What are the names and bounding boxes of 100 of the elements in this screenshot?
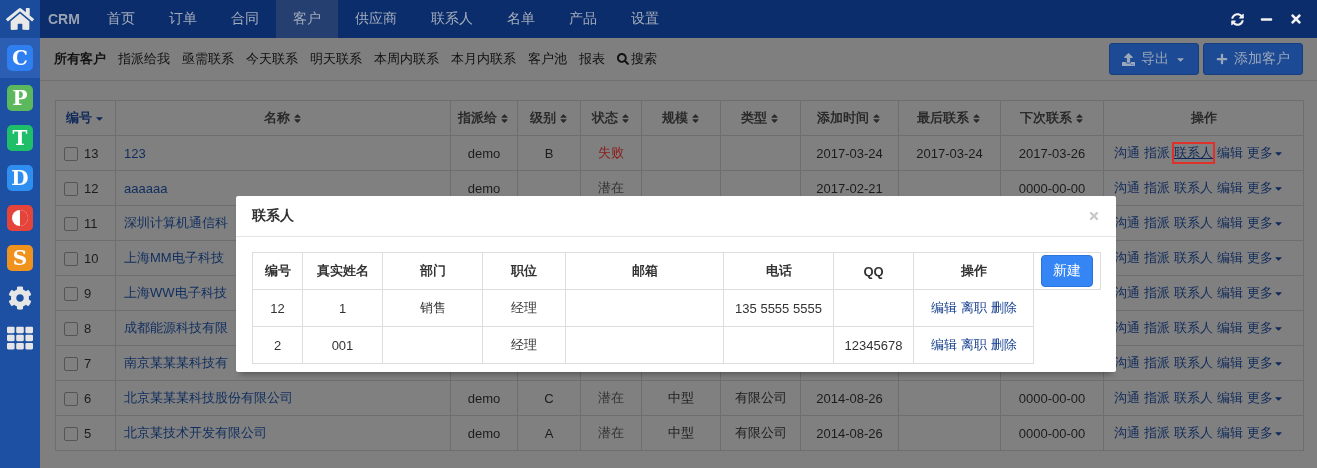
action-link[interactable]: 更多 bbox=[1247, 424, 1284, 442]
action-link[interactable]: 指派 bbox=[1144, 144, 1170, 162]
action-link[interactable]: 编辑 bbox=[1217, 354, 1243, 372]
filter-tab[interactable]: 亟需联系 bbox=[182, 50, 234, 68]
filter-tab[interactable]: 客户池 bbox=[528, 50, 567, 68]
customer-link[interactable]: 北京某技术开发有限公司 bbox=[124, 425, 267, 440]
action-link[interactable]: 指派 bbox=[1144, 354, 1170, 372]
action-link[interactable]: 沟通 bbox=[1114, 424, 1140, 442]
action-link[interactable]: 联系人 bbox=[1174, 354, 1213, 372]
row-checkbox[interactable] bbox=[64, 391, 78, 406]
sidebar-item[interactable]: C bbox=[0, 38, 40, 78]
app-tile[interactable]: T bbox=[7, 125, 33, 151]
action-link[interactable]: 更多 bbox=[1247, 319, 1284, 337]
action-link[interactable]: 指派 bbox=[1144, 424, 1170, 442]
action-link[interactable]: 编辑 bbox=[930, 336, 957, 354]
app-tile[interactable]: S bbox=[7, 245, 33, 271]
column-header[interactable]: 级别 bbox=[517, 100, 581, 136]
action-link[interactable]: 编辑 bbox=[1217, 284, 1243, 302]
row-checkbox[interactable] bbox=[64, 356, 78, 371]
filter-tab[interactable]: 所有客户 bbox=[54, 50, 106, 68]
filter-tab[interactable]: 指派给我 bbox=[118, 50, 170, 68]
nav-tab[interactable]: 客户 bbox=[275, 0, 338, 38]
action-link[interactable]: 指派 bbox=[1144, 319, 1170, 337]
column-header[interactable]: 规模 bbox=[641, 100, 721, 136]
customer-link[interactable]: 深圳计算机通信科 bbox=[124, 215, 228, 230]
action-link[interactable]: 联系人 bbox=[1174, 249, 1213, 267]
action-link[interactable]: 联系人 bbox=[1174, 284, 1213, 302]
column-header[interactable]: 状态 bbox=[580, 100, 642, 136]
nav-tab[interactable]: 设置 bbox=[613, 0, 676, 38]
column-header[interactable]: 指派给 bbox=[450, 100, 518, 136]
row-checkbox[interactable] bbox=[64, 286, 78, 301]
sidebar-item[interactable]: S bbox=[0, 238, 40, 278]
action-link[interactable]: 沟通 bbox=[1114, 389, 1140, 407]
action-link[interactable]: 编辑 bbox=[1217, 249, 1243, 267]
action-link[interactable]: 联系人 bbox=[1174, 179, 1213, 197]
column-header[interactable]: 名称 bbox=[115, 100, 451, 136]
action-link[interactable]: 删除 bbox=[990, 299, 1017, 317]
action-link[interactable]: 指派 bbox=[1144, 389, 1170, 407]
row-checkbox[interactable] bbox=[64, 426, 78, 441]
action-link[interactable]: 联系人 bbox=[1174, 389, 1213, 407]
nav-tab[interactable]: 首页 bbox=[89, 0, 152, 38]
row-checkbox[interactable] bbox=[64, 251, 78, 266]
new-button[interactable]: 新建 bbox=[1041, 255, 1093, 287]
column-header[interactable]: 类型 bbox=[720, 100, 801, 136]
customer-link[interactable]: aaaaaa bbox=[124, 180, 168, 196]
action-link[interactable]: 编辑 bbox=[1217, 214, 1243, 232]
home-icon[interactable] bbox=[0, 0, 40, 38]
app-tile[interactable]: P bbox=[7, 85, 33, 111]
sidebar-item[interactable]: T bbox=[0, 118, 40, 158]
filter-tab[interactable]: 搜索 bbox=[617, 50, 657, 68]
app-tile[interactable]: C bbox=[7, 45, 33, 71]
action-link[interactable]: 编辑 bbox=[1217, 424, 1243, 442]
row-checkbox[interactable] bbox=[64, 321, 78, 336]
action-link[interactable]: 编辑 bbox=[1217, 389, 1243, 407]
customer-link[interactable]: 南京某某某科技有 bbox=[124, 355, 228, 370]
action-link[interactable]: 更多 bbox=[1247, 249, 1284, 267]
action-link[interactable]: 更多 bbox=[1247, 354, 1284, 372]
export-button[interactable]: 导出 bbox=[1109, 43, 1199, 75]
sidebar-item[interactable]: P bbox=[0, 78, 40, 118]
action-link[interactable]: 联系人 bbox=[1174, 214, 1213, 232]
action-link[interactable]: 指派 bbox=[1144, 179, 1170, 197]
customer-link[interactable]: 123 bbox=[124, 145, 146, 161]
filter-tab[interactable]: 报表 bbox=[579, 50, 605, 68]
nav-tab[interactable]: 订单 bbox=[151, 0, 214, 38]
grid-icon[interactable] bbox=[7, 325, 33, 351]
action-link[interactable]: 编辑 bbox=[1217, 144, 1243, 162]
action-link[interactable]: 联系人 bbox=[1174, 319, 1213, 337]
close-icon[interactable] bbox=[1289, 12, 1303, 26]
column-header[interactable]: 添加时间 bbox=[800, 100, 899, 136]
row-checkbox[interactable] bbox=[64, 216, 78, 231]
column-header[interactable]: 最后联系 bbox=[898, 100, 1001, 136]
action-link[interactable]: 编辑 bbox=[930, 299, 957, 317]
filter-tab[interactable]: 今天联系 bbox=[246, 50, 298, 68]
action-link[interactable]: 更多 bbox=[1247, 284, 1284, 302]
add-button[interactable]: 添加客户 bbox=[1203, 43, 1303, 75]
nav-tab[interactable]: 合同 bbox=[213, 0, 276, 38]
customer-link[interactable]: 成都能源科技有限 bbox=[124, 320, 228, 335]
customer-link[interactable]: 上海WW电子科技 bbox=[124, 285, 227, 300]
refresh-icon[interactable] bbox=[1231, 12, 1244, 26]
action-link[interactable]: 沟通 bbox=[1114, 144, 1140, 162]
filter-tab[interactable]: 明天联系 bbox=[310, 50, 362, 68]
action-link[interactable]: 更多 bbox=[1247, 389, 1284, 407]
action-link[interactable]: 更多 bbox=[1247, 144, 1284, 162]
action-link[interactable]: 更多 bbox=[1247, 179, 1284, 197]
action-link[interactable]: 删除 bbox=[990, 336, 1017, 354]
action-link[interactable]: 指派 bbox=[1144, 249, 1170, 267]
action-link[interactable]: 沟通 bbox=[1114, 179, 1140, 197]
column-header[interactable]: 操作 bbox=[1103, 100, 1304, 136]
action-link[interactable]: 离职 bbox=[960, 336, 987, 354]
nav-tab[interactable]: 供应商 bbox=[337, 0, 414, 38]
action-link[interactable]: 指派 bbox=[1144, 214, 1170, 232]
action-link[interactable]: 更多 bbox=[1247, 214, 1284, 232]
filter-tab[interactable]: 本周内联系 bbox=[374, 50, 439, 68]
row-checkbox[interactable] bbox=[64, 146, 78, 161]
customer-link[interactable]: 上海MM电子科技 bbox=[124, 250, 224, 265]
action-link[interactable]: 联系人 bbox=[1174, 144, 1213, 162]
filter-tab[interactable]: 本月内联系 bbox=[451, 50, 516, 68]
action-link[interactable]: 编辑 bbox=[1217, 319, 1243, 337]
nav-tab[interactable]: 产品 bbox=[551, 0, 614, 38]
sidebar-item[interactable]: D bbox=[0, 158, 40, 198]
